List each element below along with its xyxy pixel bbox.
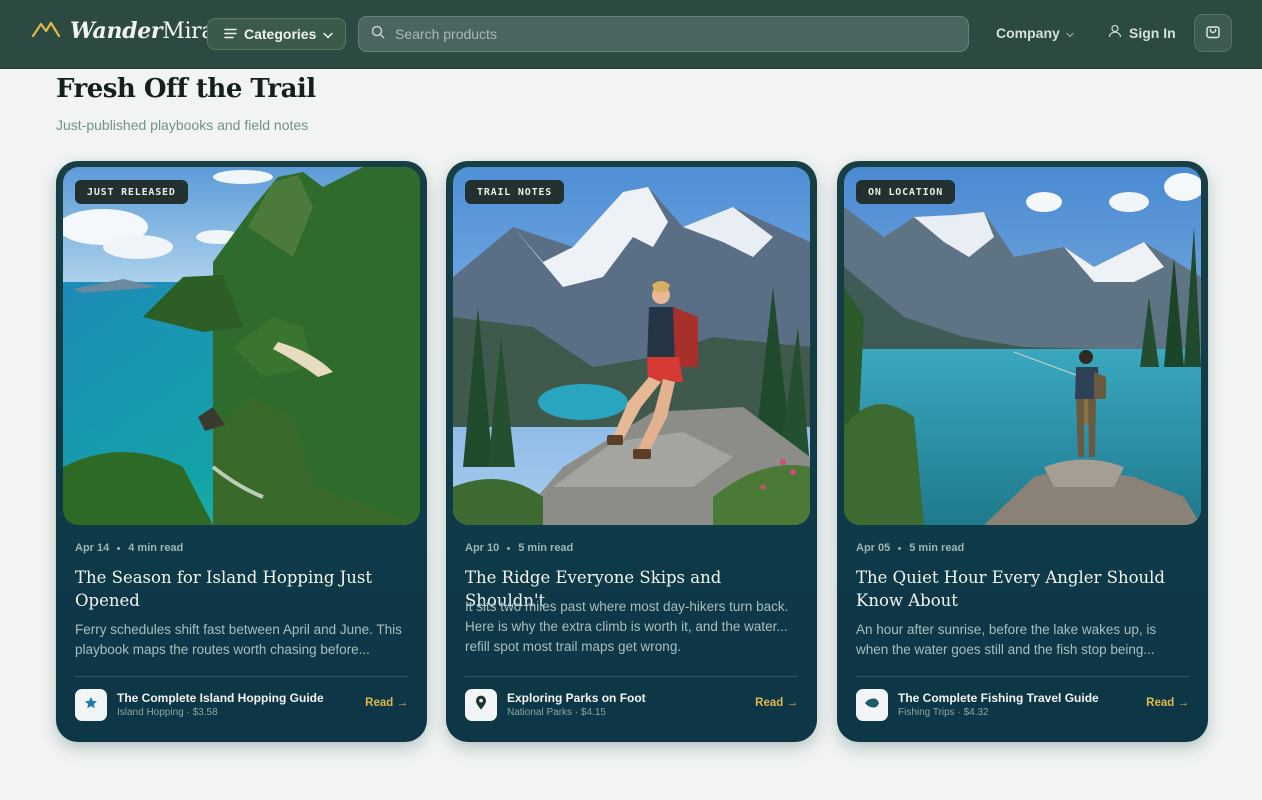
card-divider	[75, 676, 408, 677]
categories-button[interactable]: Categories	[207, 18, 346, 50]
separator-dot	[898, 546, 902, 550]
search-icon	[371, 25, 385, 44]
user-icon	[1108, 24, 1122, 41]
article-image: ON LOCATION	[844, 167, 1201, 525]
read-time: 4 min read	[128, 542, 184, 554]
category-badge: JUST RELEASED	[75, 180, 188, 204]
separator-dot	[507, 546, 511, 550]
top-navigation-bar: WanderMira Categories Company Sign In	[0, 0, 1262, 69]
article-meta: Apr 14 4 min read	[75, 542, 183, 554]
category-badge: TRAIL NOTES	[465, 180, 565, 204]
read-time: 5 min read	[518, 542, 574, 554]
article-card[interactable]: TRAIL NOTES Apr 10 5 min read The Ridge …	[446, 161, 817, 742]
guide-title[interactable]: The Complete Fishing Travel Guide	[898, 691, 1099, 705]
guide-icon-tile	[856, 689, 888, 721]
article-description: Ferry schedules shift fast between April…	[75, 622, 402, 657]
guide-icon-tile	[75, 689, 107, 721]
shopping-bag-icon	[1205, 23, 1221, 44]
categories-label: Categories	[244, 26, 317, 42]
guide-title[interactable]: Exploring Parks on Foot	[507, 691, 646, 705]
read-time: 5 min read	[909, 542, 965, 554]
article-card[interactable]: ON LOCATION Apr 05 5 min read The Quiet …	[837, 161, 1208, 742]
search-input[interactable]	[395, 26, 955, 42]
separator-dot	[117, 546, 121, 550]
read-link[interactable]: Read →	[1146, 697, 1189, 709]
section-title: Fresh Off the Trail	[56, 74, 316, 104]
guide-icon-tile	[465, 689, 497, 721]
article-image: TRAIL NOTES	[453, 167, 810, 525]
guide-meta: National Parks · $4.15	[507, 707, 606, 718]
cart-button[interactable]	[1194, 14, 1232, 52]
article-date: Apr 10	[465, 542, 500, 554]
mountain-logo-icon	[31, 20, 61, 43]
brand-logo[interactable]: WanderMira	[31, 18, 215, 44]
article-description: It sits two miles past where most day-hi…	[465, 599, 789, 654]
guide-meta: Fishing Trips · $4.32	[898, 707, 989, 718]
star-icon	[84, 696, 98, 715]
card-divider	[856, 676, 1189, 677]
article-image: JUST RELEASED	[63, 167, 420, 525]
search-bar[interactable]	[358, 16, 969, 52]
sign-in-button[interactable]: Sign In	[1108, 24, 1176, 41]
guide-title[interactable]: The Complete Island Hopping Guide	[117, 691, 324, 705]
read-link[interactable]: Read →	[755, 697, 798, 709]
card-divider	[465, 676, 798, 677]
company-label: Company	[996, 25, 1060, 41]
map-pin-icon	[475, 695, 487, 715]
article-meta: Apr 05 5 min read	[856, 542, 964, 554]
article-card[interactable]: JUST RELEASED Apr 14 4 min read The Seas…	[56, 161, 427, 742]
read-link[interactable]: Read →	[365, 697, 408, 709]
company-menu[interactable]: Company	[996, 25, 1074, 41]
article-date: Apr 05	[856, 542, 891, 554]
sign-in-label: Sign In	[1129, 24, 1176, 41]
fish-icon	[864, 696, 880, 714]
chevron-down-icon	[323, 26, 334, 42]
brand-name: WanderMira	[70, 18, 215, 44]
guide-meta: Island Hopping · $3.58	[117, 707, 218, 718]
article-date: Apr 14	[75, 542, 110, 554]
article-meta: Apr 10 5 min read	[465, 542, 573, 554]
category-badge: ON LOCATION	[856, 180, 956, 204]
section-subtitle: Just-published playbooks and field notes	[56, 117, 309, 133]
article-description: An hour after sunrise, before the lake w…	[856, 622, 1157, 657]
menu-icon	[224, 26, 237, 42]
article-title[interactable]: The Season for Island Hopping Just Opene…	[75, 566, 410, 612]
article-title[interactable]: The Quiet Hour Every Angler Should Know …	[856, 566, 1191, 612]
chevron-down-icon	[1066, 25, 1074, 41]
